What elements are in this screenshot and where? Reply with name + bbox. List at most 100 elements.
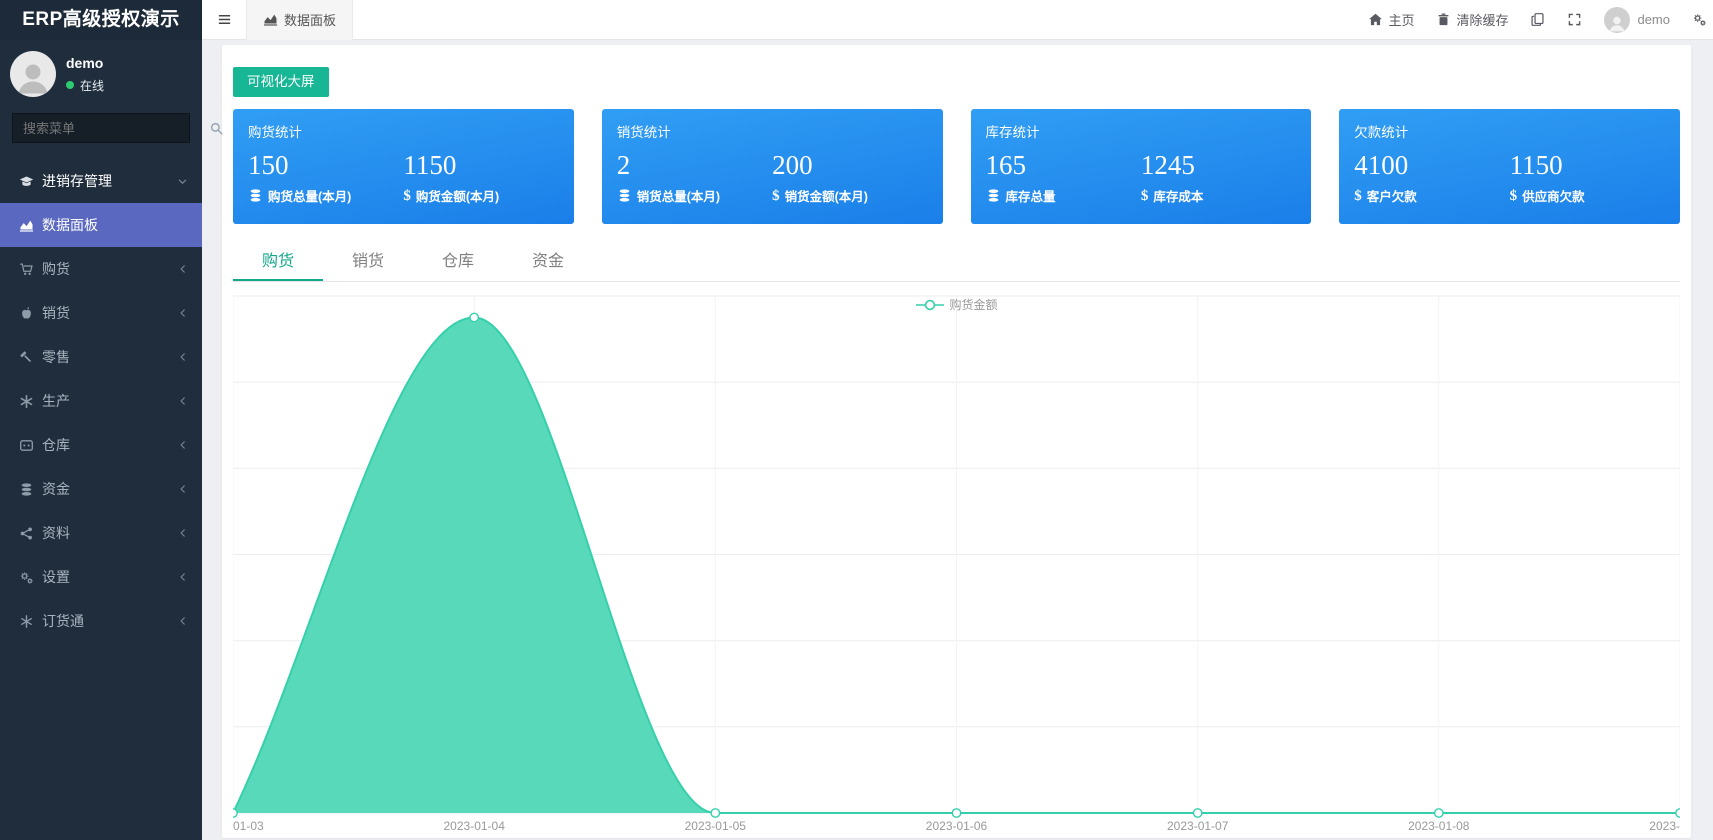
chevron-left-icon	[178, 396, 188, 406]
sidebar-item-label: 购货	[42, 259, 70, 279]
clear-cache-label: 清除缓存	[1456, 10, 1508, 29]
username: demo	[1637, 12, 1670, 27]
user-icon	[13, 57, 53, 97]
metric-value: 165	[986, 150, 1141, 181]
chevron-left-icon	[178, 264, 188, 274]
home-label: 主页	[1388, 10, 1414, 29]
menu-toggle-button[interactable]	[202, 0, 246, 40]
tab-2[interactable]: 仓库	[413, 246, 503, 281]
card-metric: 150 购货总量(本月)	[248, 150, 403, 205]
svg-text:2023-01-09: 2023-01-09	[1649, 819, 1680, 833]
sidebar-item-label: 进销存管理	[42, 171, 112, 191]
card-metric: 165 库存总量	[986, 150, 1141, 205]
stat-cards-row: 购货统计 150 购货总量(本月) 1150 $ 购货金额(本月) 销货统计 2…	[233, 109, 1680, 224]
sidebar-item-10[interactable]: 订货通	[0, 599, 202, 643]
card-metric: 200 $ 销货金额(本月)	[772, 150, 927, 205]
database-icon	[986, 188, 1001, 203]
tab-label: 数据面板	[284, 10, 336, 29]
home-button[interactable]: 主页	[1368, 10, 1414, 29]
dollar-icon: $	[772, 190, 780, 202]
svg-text:2023-01-04: 2023-01-04	[444, 819, 506, 833]
tab-3[interactable]: 资金	[503, 246, 593, 281]
sidebar-item-9[interactable]: 设置	[0, 555, 202, 599]
chart-tabs: 购货销货仓库资金	[233, 246, 1680, 282]
sidebar-item-label: 销货	[42, 303, 70, 323]
metric-value: 200	[772, 150, 927, 181]
card-title: 库存统计	[986, 121, 1297, 141]
stat-card-2: 库存统计 165 库存总量 1245 $ 库存成本	[971, 109, 1312, 224]
svg-text:2023-01-08: 2023-01-08	[1408, 819, 1470, 833]
sidebar-item-8[interactable]: 资料	[0, 511, 202, 555]
gears-icon[interactable]	[1692, 12, 1707, 27]
card-metric: 2 销货总量(本月)	[617, 150, 772, 205]
chevron-left-icon	[178, 308, 188, 318]
trash-icon	[1436, 12, 1451, 27]
search-input[interactable]	[13, 121, 209, 136]
sidebar-item-label: 资料	[42, 523, 70, 543]
chevron-left-icon	[178, 440, 188, 450]
tab-dashboard[interactable]: 数据面板	[246, 0, 353, 40]
legend-marker-icon	[915, 299, 943, 311]
chevron-down-icon	[177, 176, 188, 187]
card-title: 销货统计	[617, 121, 928, 141]
menu-search	[12, 113, 190, 143]
metric-value: 150	[248, 150, 403, 181]
sidebar-item-7[interactable]: 资金	[0, 467, 202, 511]
dollar-icon: $	[1141, 190, 1149, 202]
sidebar-item-label: 仓库	[42, 435, 70, 455]
sidebar-item-label: 生产	[42, 391, 70, 411]
metric-label: 客户欠款	[1367, 186, 1417, 205]
metric-label: 库存总量	[1006, 186, 1056, 205]
metric-value: 1150	[1510, 150, 1665, 181]
legend-item[interactable]: 购货金额	[915, 296, 997, 313]
area-chart-icon	[263, 12, 278, 27]
card-title: 购货统计	[248, 121, 559, 141]
sidebar-item-1[interactable]: 数据面板	[0, 203, 202, 247]
user-menu[interactable]: demo	[1604, 7, 1670, 33]
avatar	[1604, 7, 1630, 33]
dollar-icon: $	[1354, 190, 1362, 202]
metric-label: 供应商欠款	[1522, 186, 1585, 205]
area-chart: 2023-01-032023-01-042023-01-052023-01-06…	[233, 282, 1680, 838]
metric-value: 4100	[1354, 150, 1509, 181]
clear-cache-button[interactable]: 清除缓存	[1436, 10, 1508, 29]
tab-0[interactable]: 购货	[233, 246, 323, 281]
sidebar: ERP高级授权演示 demo 在线 进销存管理数据面板购货销货零售生产仓库资金资…	[0, 0, 202, 840]
sidebar-item-4[interactable]: 零售	[0, 335, 202, 379]
stat-card-3: 欠款统计 4100 $ 客户欠款 1150 $ 供应商欠款	[1339, 109, 1680, 224]
sidebar-item-label: 零售	[42, 347, 70, 367]
snowflake-icon	[14, 614, 38, 629]
chevron-left-icon	[178, 616, 188, 626]
sidebar-item-label: 设置	[42, 567, 70, 587]
main-content: 可视化大屏 购货统计 150 购货总量(本月) 1150 $ 购货金额(本月) …	[202, 40, 1713, 840]
sidebar-item-5[interactable]: 生产	[0, 379, 202, 423]
card-metric: 1150 $ 购货金额(本月)	[403, 150, 558, 205]
search-icon[interactable]	[209, 121, 224, 136]
chevron-left-icon	[178, 484, 188, 494]
status-label: 在线	[80, 77, 104, 94]
online-dot-icon	[66, 81, 74, 89]
metric-label: 销货总量(本月)	[637, 186, 720, 205]
sidebar-item-0[interactable]: 进销存管理	[0, 159, 202, 203]
sidebar-item-2[interactable]: 购货	[0, 247, 202, 291]
warehouse-icon	[14, 438, 38, 453]
topbar: 数据面板 主页 清除缓存 demo	[202, 0, 1713, 40]
chevron-left-icon	[178, 528, 188, 538]
area-chart-icon	[14, 218, 38, 233]
svg-text:2023-01-03: 2023-01-03	[233, 819, 264, 833]
avatar[interactable]	[10, 51, 56, 97]
sidebar-item-6[interactable]: 仓库	[0, 423, 202, 467]
expand-icon[interactable]	[1567, 12, 1582, 27]
chevron-left-icon	[178, 572, 188, 582]
sidebar-item-3[interactable]: 销货	[0, 291, 202, 335]
cart-icon	[14, 262, 38, 277]
dashboard-panel: 可视化大屏 购货统计 150 购货总量(本月) 1150 $ 购货金额(本月) …	[222, 45, 1691, 838]
area-chart-svg: 2023-01-032023-01-042023-01-052023-01-06…	[233, 282, 1680, 838]
big-screen-button[interactable]: 可视化大屏	[233, 67, 329, 97]
copy-icon[interactable]	[1530, 12, 1545, 27]
tab-1[interactable]: 销货	[323, 246, 413, 281]
legend-label: 购货金额	[949, 296, 997, 313]
sidebar-menu: 进销存管理数据面板购货销货零售生产仓库资金资料设置订货通	[0, 159, 202, 643]
apple-icon	[14, 306, 38, 321]
gavel-icon	[14, 350, 38, 365]
